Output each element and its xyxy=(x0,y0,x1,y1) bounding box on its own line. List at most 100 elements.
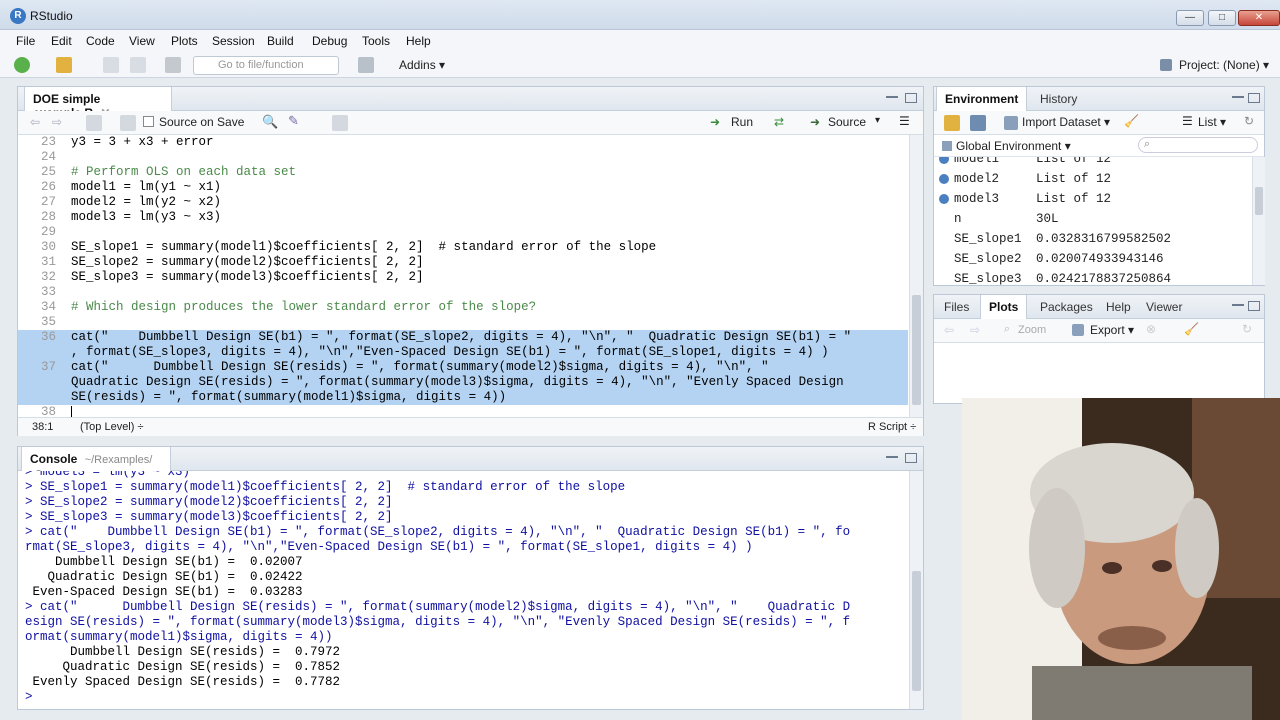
console-scroll-thumb[interactable] xyxy=(912,571,921,691)
tab-viewer[interactable]: Viewer xyxy=(1138,295,1190,319)
prev-plot-icon[interactable]: ⇦ xyxy=(944,323,954,337)
code-line[interactable]: Quadratic Design SE(resids) = ", format(… xyxy=(18,375,908,390)
view-mode-dropdown[interactable]: List ▾ xyxy=(1198,115,1226,129)
magic-wand-icon[interactable]: ✎ xyxy=(288,113,299,129)
code-editor[interactable]: 23 y3 = 3 + x3 + error 24 25 # Perform OLS o… xyxy=(18,135,908,420)
expand-object-icon[interactable] xyxy=(939,174,949,184)
code-line[interactable]: 26 model1 = lm(y1 ~ x1) xyxy=(18,180,908,195)
search-icon[interactable]: 🔍 xyxy=(262,114,278,130)
tab-packages[interactable]: Packages xyxy=(1032,295,1101,319)
menu-session[interactable]: Session xyxy=(212,34,255,48)
source-button[interactable]: Source xyxy=(828,115,866,129)
menu-edit[interactable]: Edit xyxy=(51,34,72,48)
minimize-console-icon[interactable] xyxy=(886,455,898,458)
console-output[interactable]: > model3 = lm(y3 ~ x3) > SE_slope1 = summ… xyxy=(18,471,923,709)
source-on-save-checkbox[interactable] xyxy=(143,116,154,127)
code-line[interactable]: 34 # Which design produces the lower stan… xyxy=(18,300,908,315)
code-line[interactable]: 36 cat(" Dumbbell Design SE(b1) = ", form… xyxy=(18,330,908,345)
maximize-files-icon[interactable] xyxy=(1248,301,1260,311)
minimize-pane-icon[interactable] xyxy=(886,95,898,98)
zoom-button[interactable]: Zoom xyxy=(1018,324,1046,336)
editor-scroll-thumb[interactable] xyxy=(912,295,921,405)
env-scroll-thumb[interactable] xyxy=(1255,187,1263,215)
code-line[interactable]: 24 xyxy=(18,150,908,165)
env-row[interactable]: model3 List of 12 xyxy=(934,189,1249,209)
menu-tools[interactable]: Tools xyxy=(362,34,390,48)
code-line[interactable]: 31 SE_slope2 = summary(model2)$coefficien… xyxy=(18,255,908,270)
menu-help[interactable]: Help xyxy=(406,34,431,48)
minimize-env-icon[interactable] xyxy=(1232,95,1244,98)
code-line[interactable]: 29 xyxy=(18,225,908,240)
env-row[interactable]: model2 List of 12 xyxy=(934,169,1249,189)
tab-history[interactable]: History xyxy=(1032,87,1085,111)
clear-broom-icon[interactable]: 🧹 xyxy=(1124,114,1139,128)
rerun-icon[interactable]: ⇄ xyxy=(774,115,784,129)
addins-menu[interactable]: Addins ▾ xyxy=(399,58,445,72)
save-workspace-icon[interactable] xyxy=(970,115,986,131)
env-row[interactable]: model1 List of 12 xyxy=(934,157,1249,169)
close-button[interactable]: ✕ xyxy=(1238,10,1280,26)
env-search-input[interactable]: ⌕ xyxy=(1138,137,1258,153)
env-scrollbar[interactable] xyxy=(1252,157,1265,285)
global-env-dropdown[interactable]: Global Environment ▾ xyxy=(956,139,1071,153)
env-row[interactable]: SE_slope1 0.0328316799582502 xyxy=(934,229,1249,249)
code-line[interactable]: 35 xyxy=(18,315,908,330)
forward-arrow-icon[interactable]: ⇨ xyxy=(52,115,62,129)
expand-object-icon[interactable] xyxy=(939,194,949,204)
env-row[interactable]: SE_slope3 0.0242178837250864 xyxy=(934,269,1249,285)
clear-plots-icon[interactable]: 🧹 xyxy=(1184,322,1199,336)
maximize-env-icon[interactable] xyxy=(1248,93,1260,103)
load-workspace-icon[interactable] xyxy=(944,115,960,131)
menu-debug[interactable]: Debug xyxy=(312,34,347,48)
minimize-button[interactable]: — xyxy=(1176,10,1204,26)
project-menu[interactable]: Project: (None) ▾ xyxy=(1179,58,1269,72)
menu-build[interactable]: Build xyxy=(267,34,294,48)
code-line[interactable]: SE(resids) = ", format(summary(model1)$s… xyxy=(18,390,908,405)
refresh-plots-icon[interactable]: ↻ xyxy=(1242,322,1252,336)
import-dataset-button[interactable]: Import Dataset ▾ xyxy=(1022,115,1110,129)
save-all-icon[interactable] xyxy=(130,57,146,73)
open-folder-icon[interactable] xyxy=(56,57,72,73)
code-line[interactable]: 27 model2 = lm(y2 ~ x2) xyxy=(18,195,908,210)
goto-file-input[interactable]: Go to file/function xyxy=(193,56,339,75)
menu-file[interactable]: File xyxy=(16,34,35,48)
expand-object-icon[interactable] xyxy=(939,157,949,164)
code-line[interactable]: , format(SE_slope3, digits = 4), "\n","E… xyxy=(18,345,908,360)
menu-code[interactable]: Code xyxy=(86,34,115,48)
code-line[interactable]: 23 y3 = 3 + x3 + error xyxy=(18,135,908,150)
file-type-selector[interactable]: R Script ÷ xyxy=(868,421,916,433)
print-icon[interactable] xyxy=(165,57,181,73)
grid-layout-icon[interactable] xyxy=(358,57,374,73)
tab-files[interactable]: Files xyxy=(936,295,977,319)
maximize-console-icon[interactable] xyxy=(905,453,917,463)
maximize-pane-icon[interactable] xyxy=(905,93,917,103)
minimize-files-icon[interactable] xyxy=(1232,303,1244,306)
tab-environment[interactable]: Environment xyxy=(936,87,1028,111)
scope-selector[interactable]: (Top Level) ÷ xyxy=(80,421,144,433)
tab-help[interactable]: Help xyxy=(1098,295,1139,319)
code-line[interactable]: 37 cat(" Dumbbell Design SE(resids) = ", … xyxy=(18,360,908,375)
outline-icon[interactable]: ☰ xyxy=(899,114,910,128)
refresh-icon[interactable]: ↻ xyxy=(1244,114,1254,128)
env-row[interactable]: SE_slope2 0.020074933943146 xyxy=(934,249,1249,269)
code-line[interactable]: 25 # Perform OLS on each data set xyxy=(18,165,908,180)
menu-plots[interactable]: Plots xyxy=(171,34,198,48)
tab-plots[interactable]: Plots xyxy=(980,295,1028,319)
code-line[interactable]: 33 xyxy=(18,285,908,300)
menu-view[interactable]: View xyxy=(129,34,155,48)
tab-console[interactable]: Console ~/Rexamples/ ⇗ xyxy=(21,447,171,480)
delete-plot-icon[interactable]: ⊗ xyxy=(1146,322,1156,336)
console-path[interactable]: ~/Rexamples/ xyxy=(85,454,153,466)
export-button[interactable]: Export ▾ xyxy=(1090,323,1134,337)
new-file-icon[interactable] xyxy=(14,57,30,73)
env-row[interactable]: n 30L xyxy=(934,209,1249,229)
compile-report-icon[interactable] xyxy=(332,115,348,131)
run-button[interactable]: Run xyxy=(731,115,753,129)
save-icon[interactable] xyxy=(103,57,119,73)
back-arrow-icon[interactable]: ⇦ xyxy=(30,115,40,129)
console-scrollbar[interactable] xyxy=(909,471,923,709)
code-line[interactable]: 28 model3 = lm(y3 ~ x3) xyxy=(18,210,908,225)
next-plot-icon[interactable]: ⇨ xyxy=(970,323,980,337)
show-in-window-icon[interactable] xyxy=(86,115,102,131)
source-dropdown-icon[interactable]: ▾ xyxy=(875,115,880,126)
